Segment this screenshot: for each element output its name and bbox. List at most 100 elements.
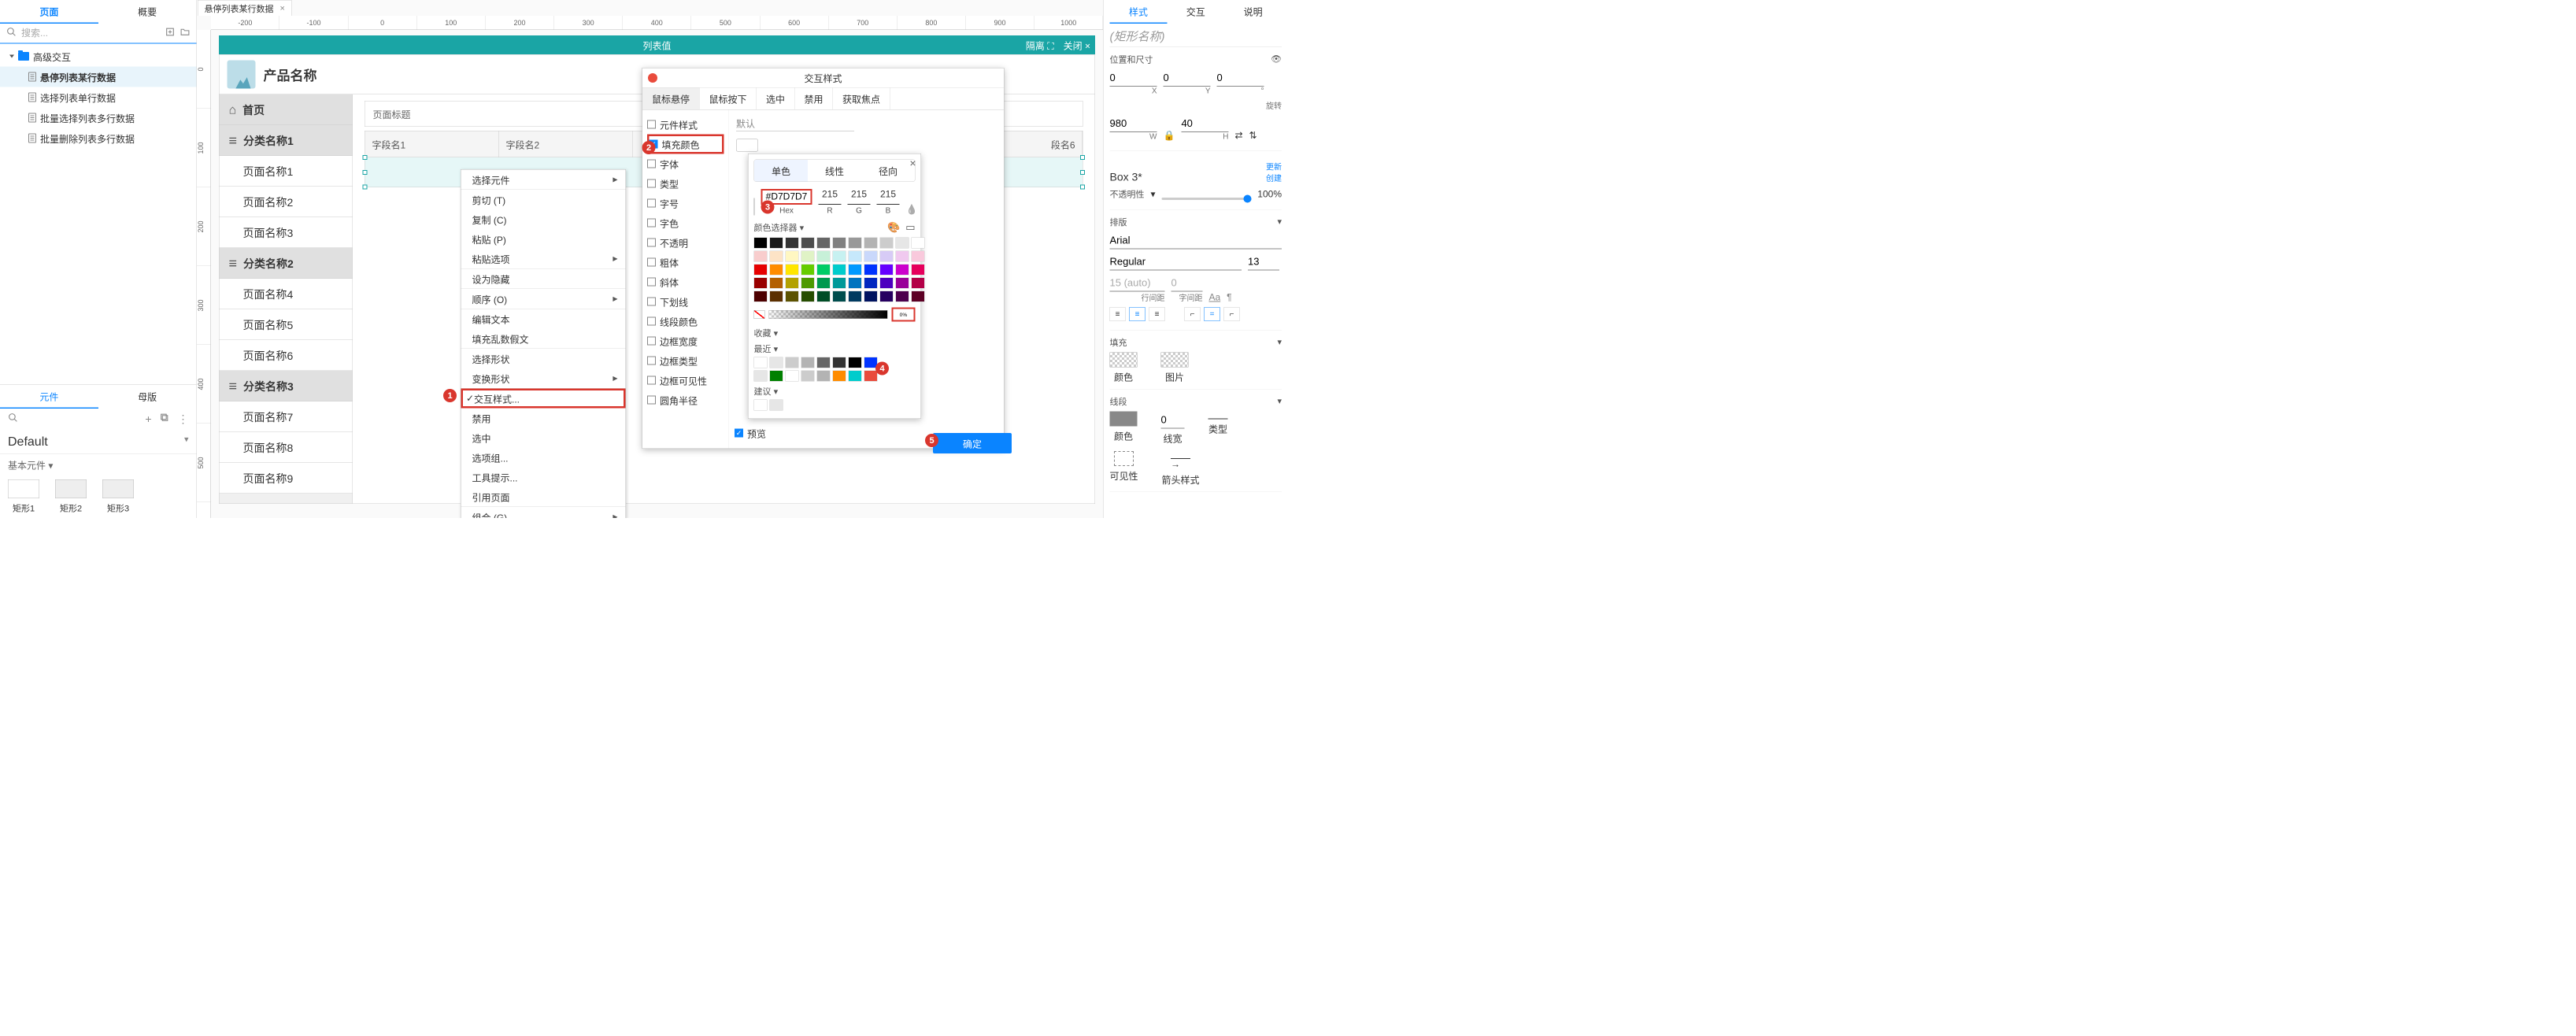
context-menu-item[interactable]: 交互样式...: [461, 389, 626, 409]
color-tab-linear[interactable]: 线性: [808, 160, 861, 182]
add-icon[interactable]: +: [145, 413, 151, 425]
tab-pages[interactable]: 页面: [0, 0, 98, 24]
opacity-slider[interactable]: [769, 310, 888, 319]
color-swatch[interactable]: [833, 265, 846, 276]
style-option[interactable]: 边框可见性: [647, 371, 724, 390]
color-swatch[interactable]: [786, 357, 799, 368]
color-swatch[interactable]: [754, 357, 768, 368]
resize-handle[interactable]: [1080, 185, 1085, 190]
style-option[interactable]: 边框类型: [647, 351, 724, 371]
color-swatch[interactable]: [754, 265, 768, 276]
color-swatch[interactable]: [770, 265, 783, 276]
context-menu-item[interactable]: 组合 (G): [461, 507, 626, 518]
dialog-close-icon[interactable]: [648, 73, 657, 83]
sidebar-item[interactable]: 分类名称3: [220, 371, 353, 401]
close-tab-icon[interactable]: ×: [280, 3, 285, 13]
color-swatch[interactable]: [864, 278, 878, 289]
checkbox[interactable]: [647, 219, 656, 228]
style-option[interactable]: 粗体: [647, 253, 724, 272]
sidebar-item[interactable]: 页面名称4: [220, 279, 353, 309]
style-option[interactable]: 边框宽度: [647, 331, 724, 351]
color-swatch[interactable]: [817, 278, 831, 289]
color-swatch[interactable]: [833, 238, 846, 249]
color-swatch[interactable]: [849, 278, 862, 289]
tree-item-0[interactable]: 悬停列表某行数据: [0, 67, 197, 87]
context-menu-item[interactable]: 选中: [461, 428, 626, 448]
document-tab[interactable]: 悬停列表某行数据 ×: [198, 0, 291, 16]
resize-handle[interactable]: [363, 185, 368, 190]
more-icon[interactable]: ⋮: [178, 413, 189, 426]
color-swatch[interactable]: [801, 265, 815, 276]
fill-image-swatch[interactable]: [1161, 353, 1189, 368]
resize-handle[interactable]: [1080, 155, 1085, 160]
text-case-icon[interactable]: Aa: [1209, 292, 1221, 303]
sidebar-item[interactable]: 分类名称1: [220, 125, 353, 156]
tree-item-2[interactable]: 批量选择列表多行数据: [0, 108, 197, 128]
color-swatch[interactable]: [833, 291, 846, 302]
opacity-input[interactable]: [892, 308, 916, 322]
color-swatch[interactable]: [849, 291, 862, 302]
font-size-input[interactable]: [1248, 253, 1279, 271]
color-swatch[interactable]: [864, 238, 878, 249]
color-swatch[interactable]: [880, 265, 894, 276]
checkbox[interactable]: [647, 278, 656, 287]
close-button[interactable]: 关闭 ×: [1064, 38, 1090, 52]
checkbox[interactable]: [647, 120, 656, 129]
context-menu-item[interactable]: 选项组...: [461, 448, 626, 468]
fill-color-swatch[interactable]: [736, 139, 758, 152]
color-swatch[interactable]: [880, 278, 894, 289]
resize-handle[interactable]: [1080, 170, 1085, 175]
style-option[interactable]: 线段颜色: [647, 312, 724, 331]
context-menu-item[interactable]: 设为隐藏: [461, 269, 626, 289]
color-swatch[interactable]: [896, 291, 909, 302]
section-basic[interactable]: 基本元件 ▾: [0, 454, 197, 476]
tab-style[interactable]: 样式: [1110, 0, 1168, 24]
color-swatch[interactable]: [754, 238, 768, 249]
align-center[interactable]: ≡: [1130, 307, 1146, 321]
b-input[interactable]: 215: [877, 189, 900, 205]
color-swatch[interactable]: [786, 251, 799, 262]
ix-tab[interactable]: 鼠标按下: [700, 88, 757, 110]
style-option[interactable]: 元件样式: [647, 115, 724, 135]
checkbox[interactable]: [647, 357, 656, 365]
sidebar-item[interactable]: 页面名称6: [220, 340, 353, 371]
color-swatch[interactable]: [833, 371, 846, 382]
tab-masters[interactable]: 母版: [98, 385, 197, 409]
color-swatch[interactable]: [896, 238, 909, 249]
sidebar-item[interactable]: 页面名称7: [220, 401, 353, 432]
color-swatch[interactable]: [754, 278, 768, 289]
sidebar-item[interactable]: 页面名称3: [220, 217, 353, 248]
checkbox[interactable]: [647, 239, 656, 247]
context-menu-item[interactable]: 复制 (C): [461, 209, 626, 229]
checkbox[interactable]: [647, 337, 656, 346]
ok-button[interactable]: 确定: [933, 433, 1012, 453]
style-name[interactable]: Box 3*: [1110, 171, 1142, 183]
color-swatch[interactable]: [880, 251, 894, 262]
preview-checkbox[interactable]: [735, 429, 743, 438]
context-menu-item[interactable]: 粘贴选项: [461, 249, 626, 268]
context-menu-item[interactable]: 剪切 (T): [461, 190, 626, 209]
style-create[interactable]: 创建: [1266, 172, 1282, 184]
visibility-icon[interactable]: [1114, 451, 1134, 466]
line-height-input[interactable]: [1110, 275, 1165, 292]
close-icon[interactable]: ×: [909, 157, 916, 170]
color-swatch[interactable]: [896, 265, 909, 276]
color-swatch[interactable]: [770, 400, 783, 411]
style-update[interactable]: 更新: [1266, 161, 1282, 172]
color-swatch[interactable]: [833, 357, 846, 368]
no-fill-icon[interactable]: [754, 310, 765, 319]
color-swatch[interactable]: [770, 291, 783, 302]
ix-tab[interactable]: 鼠标悬停: [642, 88, 700, 110]
color-swatch[interactable]: [801, 238, 815, 249]
search-input[interactable]: [21, 28, 161, 39]
checkbox[interactable]: [647, 298, 656, 306]
context-menu-item[interactable]: 顺序 (O): [461, 289, 626, 309]
w-input[interactable]: [1110, 115, 1157, 132]
sidebar-item[interactable]: 分类名称2: [220, 248, 353, 279]
context-menu-item[interactable]: 引用页面: [461, 487, 626, 507]
palette-icon[interactable]: 🎨: [887, 221, 900, 234]
color-swatch[interactable]: [912, 251, 925, 262]
style-default-dropdown[interactable]: 默认: [736, 116, 854, 131]
color-swatch[interactable]: [912, 238, 925, 249]
tab-outline[interactable]: 概要: [98, 0, 197, 24]
